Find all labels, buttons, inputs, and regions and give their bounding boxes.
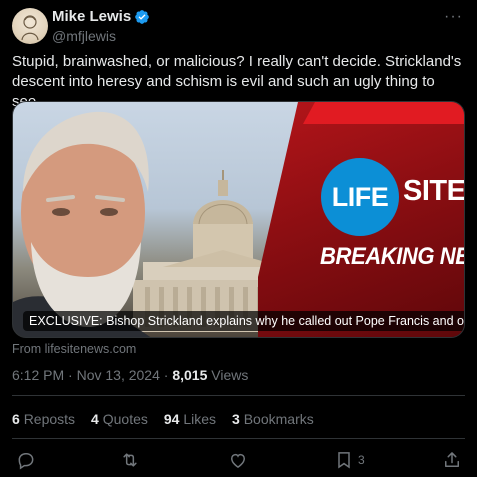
stat-number: 4 — [91, 411, 99, 427]
verified-icon — [135, 9, 150, 24]
tweet-meta: 6:12 PM · Nov 13, 2024 · 8,015 Views — [12, 367, 248, 383]
card-source[interactable]: From lifesitenews.com — [12, 342, 136, 356]
bookmark-icon — [338, 452, 350, 469]
tweet-date[interactable]: Nov 13, 2024 — [77, 367, 160, 383]
logo-site-text: SITE — [403, 175, 465, 207]
reply-icon — [18, 453, 34, 470]
stat-reposts[interactable]: 6 Reposts — [12, 411, 75, 427]
stat-label: Likes — [183, 411, 217, 427]
meta-separator: · — [159, 367, 173, 383]
bookmark-count: 3 — [358, 453, 365, 467]
stat-quotes[interactable]: 4 Quotes — [91, 411, 148, 427]
views-count: 8,015 — [172, 367, 208, 383]
like-icon — [230, 453, 246, 468]
stat-number: 6 — [12, 411, 20, 427]
reply-button[interactable] — [16, 449, 36, 471]
bookmark-button[interactable]: 3 — [334, 449, 365, 471]
stat-bookmarks[interactable]: 3 Bookmarks — [232, 411, 314, 427]
divider — [12, 395, 465, 396]
retweet-button[interactable] — [120, 449, 140, 471]
stat-label: Quotes — [102, 411, 148, 427]
tweet-stats: 6 Reposts 4 Quotes 94 Likes 3 Bookmarks — [12, 411, 314, 427]
red-top-stripe — [303, 102, 464, 124]
meta-separator: · — [64, 367, 77, 383]
card-caption: EXCLUSIVE: Bishop Strickland explains wh… — [23, 311, 464, 331]
share-icon — [445, 452, 459, 467]
stat-number: 94 — [163, 411, 180, 427]
share-button[interactable] — [442, 449, 462, 471]
tweet-header: Mike Lewis @mfjlewis ··· — [12, 8, 465, 44]
logo-life-text: LIFE — [331, 181, 389, 212]
stat-likes[interactable]: 94 Likes — [164, 411, 216, 427]
breaking-news-text: BREAKING NEWS — [320, 243, 464, 270]
avatar[interactable] — [12, 8, 48, 44]
author-handle[interactable]: @mfjlewis — [52, 28, 116, 44]
link-card[interactable]: LIFE SITE BREAKING NEWS EXCLUSIVE: Bisho… — [12, 101, 465, 338]
stat-label: Bookmarks — [243, 411, 314, 427]
name-row: Mike Lewis — [52, 8, 150, 25]
lifesite-logo-circle: LIFE — [321, 158, 399, 236]
tweet-actions: 3 — [12, 445, 465, 473]
tweet-time[interactable]: 6:12 PM — [12, 367, 64, 383]
stat-label: Reposts — [23, 411, 76, 427]
stat-number: 3 — [232, 411, 240, 427]
more-icon[interactable]: ··· — [444, 8, 463, 26]
views-label: Views — [207, 367, 249, 383]
retweet-icon — [123, 453, 137, 467]
person-photo — [13, 111, 151, 337]
like-button[interactable] — [228, 449, 248, 471]
avatar-image — [21, 15, 39, 41]
divider — [12, 438, 465, 439]
author-name[interactable]: Mike Lewis — [52, 8, 131, 25]
